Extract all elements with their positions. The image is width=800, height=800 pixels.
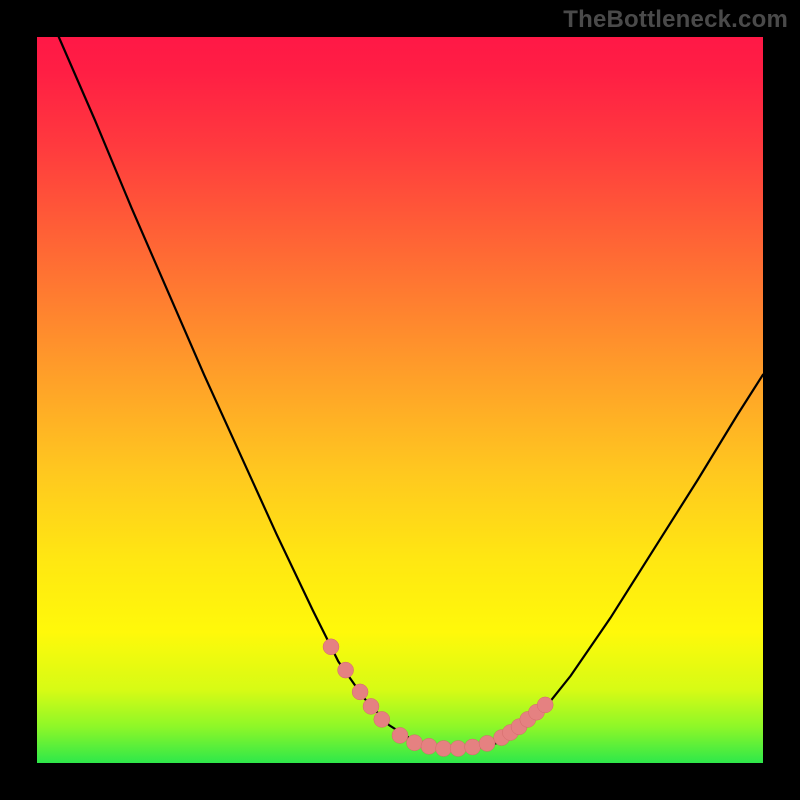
curve-marker — [465, 739, 481, 755]
curve-marker — [537, 697, 553, 713]
curve-marker — [450, 741, 466, 757]
curve-marker — [392, 727, 408, 743]
curve-markers — [323, 639, 553, 757]
curve-marker — [363, 698, 379, 714]
chart-overlay — [37, 37, 763, 763]
curve-marker — [436, 741, 452, 757]
curve-marker — [407, 735, 423, 751]
plot-area — [37, 37, 763, 763]
chart-container: TheBottleneck.com — [0, 0, 800, 800]
bottleneck-curve — [59, 37, 763, 749]
curve-marker — [352, 684, 368, 700]
curve-marker — [323, 639, 339, 655]
curve-marker — [421, 738, 437, 754]
curve-marker — [374, 711, 390, 727]
curve-marker — [479, 735, 495, 751]
watermark-text: TheBottleneck.com — [563, 6, 788, 34]
curve-marker — [338, 662, 354, 678]
